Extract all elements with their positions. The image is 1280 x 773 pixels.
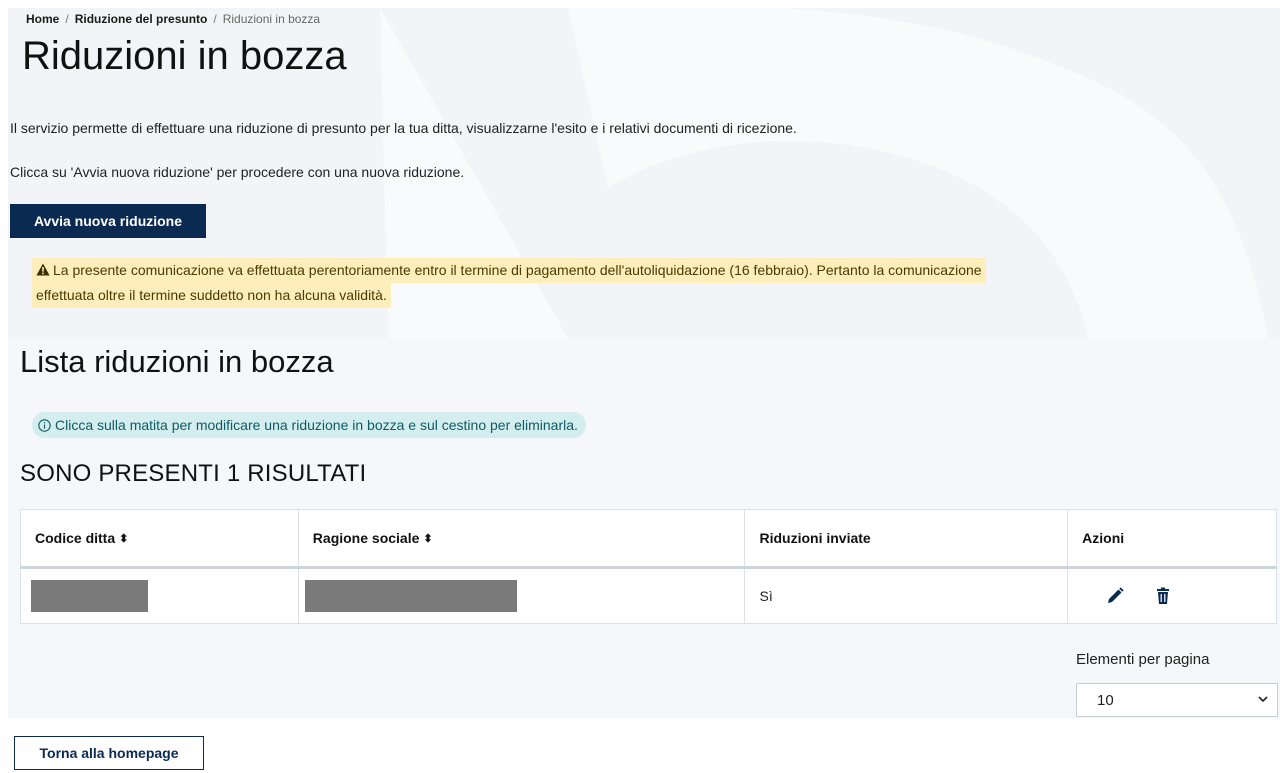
info-text: Clicca sulla matita per modificare una r…: [55, 417, 578, 433]
sort-icon[interactable]: ⬍: [119, 532, 128, 545]
intro-instruction: Clicca su 'Avvia nuova riduzione' per pr…: [10, 164, 465, 180]
breadcrumb-home[interactable]: Home: [26, 12, 59, 26]
table-header-row: Codice ditta ⬍ Ragione sociale ⬍ Riduzioni…: [20, 509, 1277, 569]
new-reduction-button[interactable]: Avvia nuova riduzione: [10, 204, 206, 238]
cell-riduzioni-inviate: Sì: [744, 567, 1069, 624]
page: Home / Riduzione del presunto / Riduzioni in…: [0, 0, 1280, 773]
warning-alert: La presente comunicazione va effettuata …: [32, 258, 986, 308]
redacted-value: [31, 580, 148, 612]
cell-azioni: [1067, 567, 1277, 624]
warning-text-line2: effettuata oltre il termine suddetto non…: [32, 283, 391, 308]
breadcrumb-current: Riduzioni in bozza: [222, 12, 321, 26]
intro-text: Il servizio permette di effettuare una r…: [10, 120, 797, 136]
breadcrumb-section[interactable]: Riduzione del presunto: [75, 12, 208, 26]
trash-icon[interactable]: [1152, 585, 1174, 607]
info-circle-icon: [38, 419, 51, 432]
info-alert: Clicca sulla matita per modificare una r…: [32, 412, 586, 438]
column-header-azioni: Azioni: [1067, 509, 1277, 569]
back-to-homepage-button[interactable]: Torna alla homepage: [14, 736, 204, 770]
warning-text-line1: La presente comunicazione va effettuata …: [53, 262, 982, 278]
results-count: SONO PRESENTI 1 RISULTATI: [20, 460, 367, 487]
breadcrumb: Home / Riduzione del presunto / Riduzioni in…: [26, 12, 320, 26]
items-per-page-label: Elementi per pagina: [1076, 651, 1210, 668]
page-title: Riduzioni in bozza: [22, 34, 347, 78]
breadcrumb-separator: /: [65, 12, 69, 26]
column-header-riduzioni-inviate: Riduzioni inviate: [744, 509, 1069, 569]
warning-triangle-icon: [36, 263, 50, 276]
column-header-codice-ditta[interactable]: Codice ditta ⬍: [20, 509, 299, 569]
list-title: Lista riduzioni in bozza: [20, 344, 334, 379]
sort-icon[interactable]: ⬍: [423, 532, 432, 545]
column-header-ragione-sociale[interactable]: Ragione sociale ⬍: [297, 509, 746, 569]
pencil-icon[interactable]: [1104, 585, 1126, 607]
cell-codice-ditta: [20, 567, 299, 624]
chevron-down-icon: [1258, 696, 1268, 703]
items-per-page-value: 10: [1097, 692, 1114, 709]
table-row: Sì: [20, 567, 1277, 624]
breadcrumb-separator: /: [213, 12, 217, 26]
redacted-value: [304, 580, 517, 612]
items-per-page-select[interactable]: 10: [1076, 683, 1278, 717]
drafts-table: Codice ditta ⬍ Ragione sociale ⬍ Riduzioni…: [20, 509, 1277, 624]
cell-ragione-sociale: [297, 567, 746, 624]
